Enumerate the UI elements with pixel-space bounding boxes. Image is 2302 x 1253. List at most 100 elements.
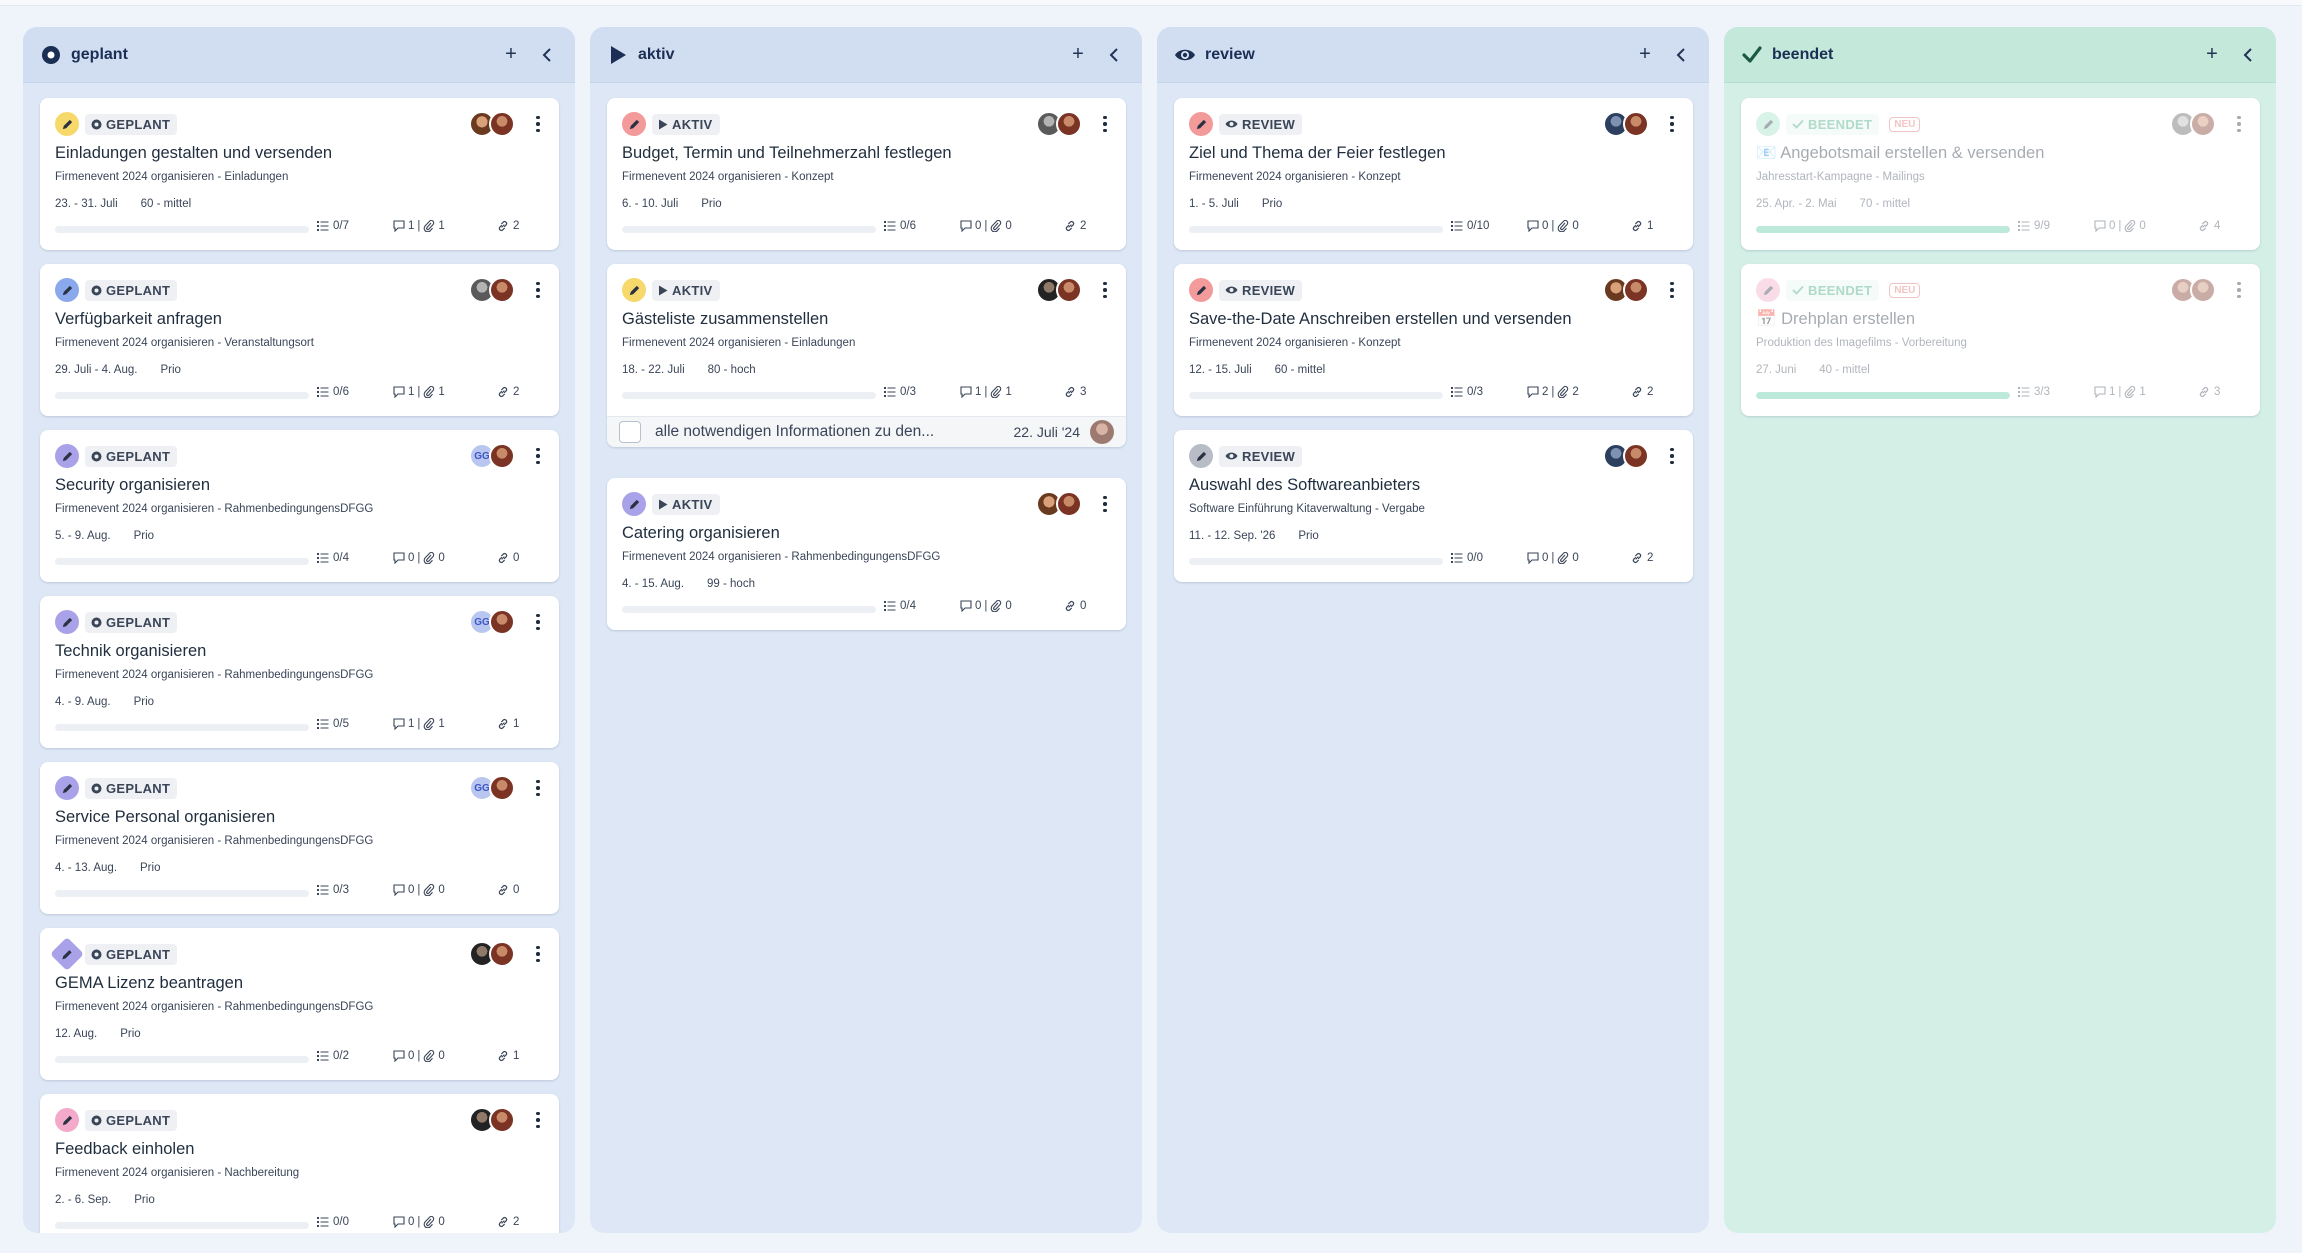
collapse-column-button[interactable]: [535, 43, 559, 67]
edit-pencil-icon[interactable]: [622, 112, 646, 136]
more-options-icon[interactable]: [1098, 278, 1112, 302]
card-title[interactable]: Catering organisieren: [622, 524, 780, 543]
assignee-avatars[interactable]: [1603, 277, 1649, 303]
more-options-icon[interactable]: [1665, 444, 1679, 468]
subtask-row[interactable]: alle notwendigen Informationen zu den...…: [607, 416, 1126, 447]
edit-pencil-icon[interactable]: [55, 610, 79, 634]
more-options-icon[interactable]: [2232, 112, 2246, 136]
edit-pencil-icon[interactable]: [1189, 112, 1213, 136]
assignee-avatars[interactable]: [1036, 111, 1082, 137]
assignee-avatars[interactable]: GG: [469, 609, 515, 635]
avatar[interactable]: [1623, 111, 1649, 137]
avatar[interactable]: [489, 111, 515, 137]
more-options-icon[interactable]: [531, 610, 545, 634]
more-options-icon[interactable]: [1665, 278, 1679, 302]
task-card[interactable]: BEENDET NEU 📧 Angebotsmail erstellen & ver…: [1741, 98, 2260, 250]
avatar[interactable]: [1623, 443, 1649, 469]
more-options-icon[interactable]: [531, 112, 545, 136]
edit-pencil-icon[interactable]: [55, 444, 79, 468]
card-title[interactable]: 📅 Drehplan erstellen: [1756, 310, 1915, 329]
collapse-column-button[interactable]: [1102, 43, 1126, 67]
card-title[interactable]: GEMA Lizenz beantragen: [55, 974, 243, 993]
add-card-button[interactable]: +: [499, 43, 523, 67]
more-options-icon[interactable]: [1665, 112, 1679, 136]
avatar[interactable]: [489, 443, 515, 469]
task-card[interactable]: AKTIV Catering organisieren Firmenevent 20…: [607, 478, 1126, 630]
avatar[interactable]: [489, 775, 515, 801]
edit-pencil-icon[interactable]: [1189, 278, 1213, 302]
task-card[interactable]: AKTIV Budget, Termin und Teilnehmerzahl f…: [607, 98, 1126, 250]
more-options-icon[interactable]: [2232, 278, 2246, 302]
avatar[interactable]: [489, 609, 515, 635]
more-options-icon[interactable]: [531, 278, 545, 302]
task-card[interactable]: REVIEW Auswahl des Softwareanbieters Softw…: [1174, 430, 1693, 582]
task-card[interactable]: AKTIV Gästeliste zusammenstellen Firmeneve…: [607, 264, 1126, 447]
assignee-avatars[interactable]: [2170, 111, 2216, 137]
more-options-icon[interactable]: [1098, 492, 1112, 516]
card-title[interactable]: Save-the-Date Anschreiben erstellen und …: [1189, 310, 1572, 329]
edit-pencil-icon[interactable]: [1756, 112, 1780, 136]
avatar[interactable]: [1056, 277, 1082, 303]
more-options-icon[interactable]: [531, 444, 545, 468]
collapse-column-button[interactable]: [1669, 43, 1693, 67]
assignee-avatars[interactable]: GG: [469, 775, 515, 801]
assignee-avatars[interactable]: [469, 111, 515, 137]
avatar[interactable]: [489, 941, 515, 967]
avatar[interactable]: [2190, 111, 2216, 137]
edit-pencil-icon[interactable]: [622, 492, 646, 516]
avatar[interactable]: [489, 277, 515, 303]
more-options-icon[interactable]: [531, 776, 545, 800]
collapse-column-button[interactable]: [2236, 43, 2260, 67]
card-title[interactable]: Gästeliste zusammenstellen: [622, 310, 828, 329]
edit-pencil-icon[interactable]: [55, 776, 79, 800]
edit-pencil-icon[interactable]: [55, 278, 79, 302]
more-options-icon[interactable]: [1098, 112, 1112, 136]
task-card[interactable]: GEPLANT GG Security organisieren Firmeneven…: [40, 430, 559, 582]
assignee-avatars[interactable]: [469, 277, 515, 303]
task-card[interactable]: GEPLANT Feedback einholen Firmenevent 2024…: [40, 1094, 559, 1233]
avatar[interactable]: [1090, 420, 1114, 444]
edit-pencil-icon[interactable]: [1189, 444, 1213, 468]
more-options-icon[interactable]: [531, 1108, 545, 1132]
assignee-avatars[interactable]: [2170, 277, 2216, 303]
task-card[interactable]: REVIEW Save-the-Date Anschreiben erstelle…: [1174, 264, 1693, 416]
avatar[interactable]: [1056, 111, 1082, 137]
assignee-avatars[interactable]: GG: [469, 443, 515, 469]
task-card[interactable]: GEPLANT Verfügbarkeit anfragen Firmenevent…: [40, 264, 559, 416]
assignee-avatars[interactable]: [1603, 443, 1649, 469]
avatar[interactable]: [1623, 277, 1649, 303]
add-card-button[interactable]: +: [1633, 43, 1657, 67]
subtask-text[interactable]: alle notwendigen Informationen zu den...: [655, 423, 1014, 441]
task-card[interactable]: GEPLANT GG Service Personal organisieren Fi…: [40, 762, 559, 914]
edit-pencil-icon[interactable]: [50, 937, 84, 971]
avatar[interactable]: [2190, 277, 2216, 303]
card-title[interactable]: Verfügbarkeit anfragen: [55, 310, 222, 329]
edit-pencil-icon[interactable]: [1756, 278, 1780, 302]
card-title[interactable]: Auswahl des Softwareanbieters: [1189, 476, 1420, 495]
edit-pencil-icon[interactable]: [622, 278, 646, 302]
task-card[interactable]: GEPLANT Einladungen gestalten und versend…: [40, 98, 559, 250]
avatar[interactable]: [489, 1107, 515, 1133]
card-title[interactable]: Feedback einholen: [55, 1140, 194, 1159]
subtask-checkbox[interactable]: [619, 421, 641, 443]
task-card[interactable]: GEPLANT GEMA Lizenz beantragen Firmenevent…: [40, 928, 559, 1080]
card-title[interactable]: Security organisieren: [55, 476, 210, 495]
card-title[interactable]: Technik organisieren: [55, 642, 206, 661]
card-title[interactable]: Budget, Termin und Teilnehmerzahl festle…: [622, 144, 952, 163]
card-title[interactable]: Ziel und Thema der Feier festlegen: [1189, 144, 1446, 163]
add-card-button[interactable]: +: [2200, 43, 2224, 67]
more-options-icon[interactable]: [531, 942, 545, 966]
assignee-avatars[interactable]: [1036, 491, 1082, 517]
task-card[interactable]: BEENDET NEU 📅 Drehplan erstellen Produktion…: [1741, 264, 2260, 416]
add-card-button[interactable]: +: [1066, 43, 1090, 67]
assignee-avatars[interactable]: [469, 941, 515, 967]
card-title[interactable]: Einladungen gestalten und versenden: [55, 144, 332, 163]
edit-pencil-icon[interactable]: [55, 112, 79, 136]
avatar[interactable]: [1056, 491, 1082, 517]
assignee-avatars[interactable]: [1603, 111, 1649, 137]
task-card[interactable]: GEPLANT GG Technik organisieren Firmenevent…: [40, 596, 559, 748]
assignee-avatars[interactable]: [1036, 277, 1082, 303]
task-card[interactable]: REVIEW Ziel und Thema der Feier festlegen…: [1174, 98, 1693, 250]
card-title[interactable]: 📧 Angebotsmail erstellen & versenden: [1756, 144, 2044, 163]
assignee-avatars[interactable]: [469, 1107, 515, 1133]
